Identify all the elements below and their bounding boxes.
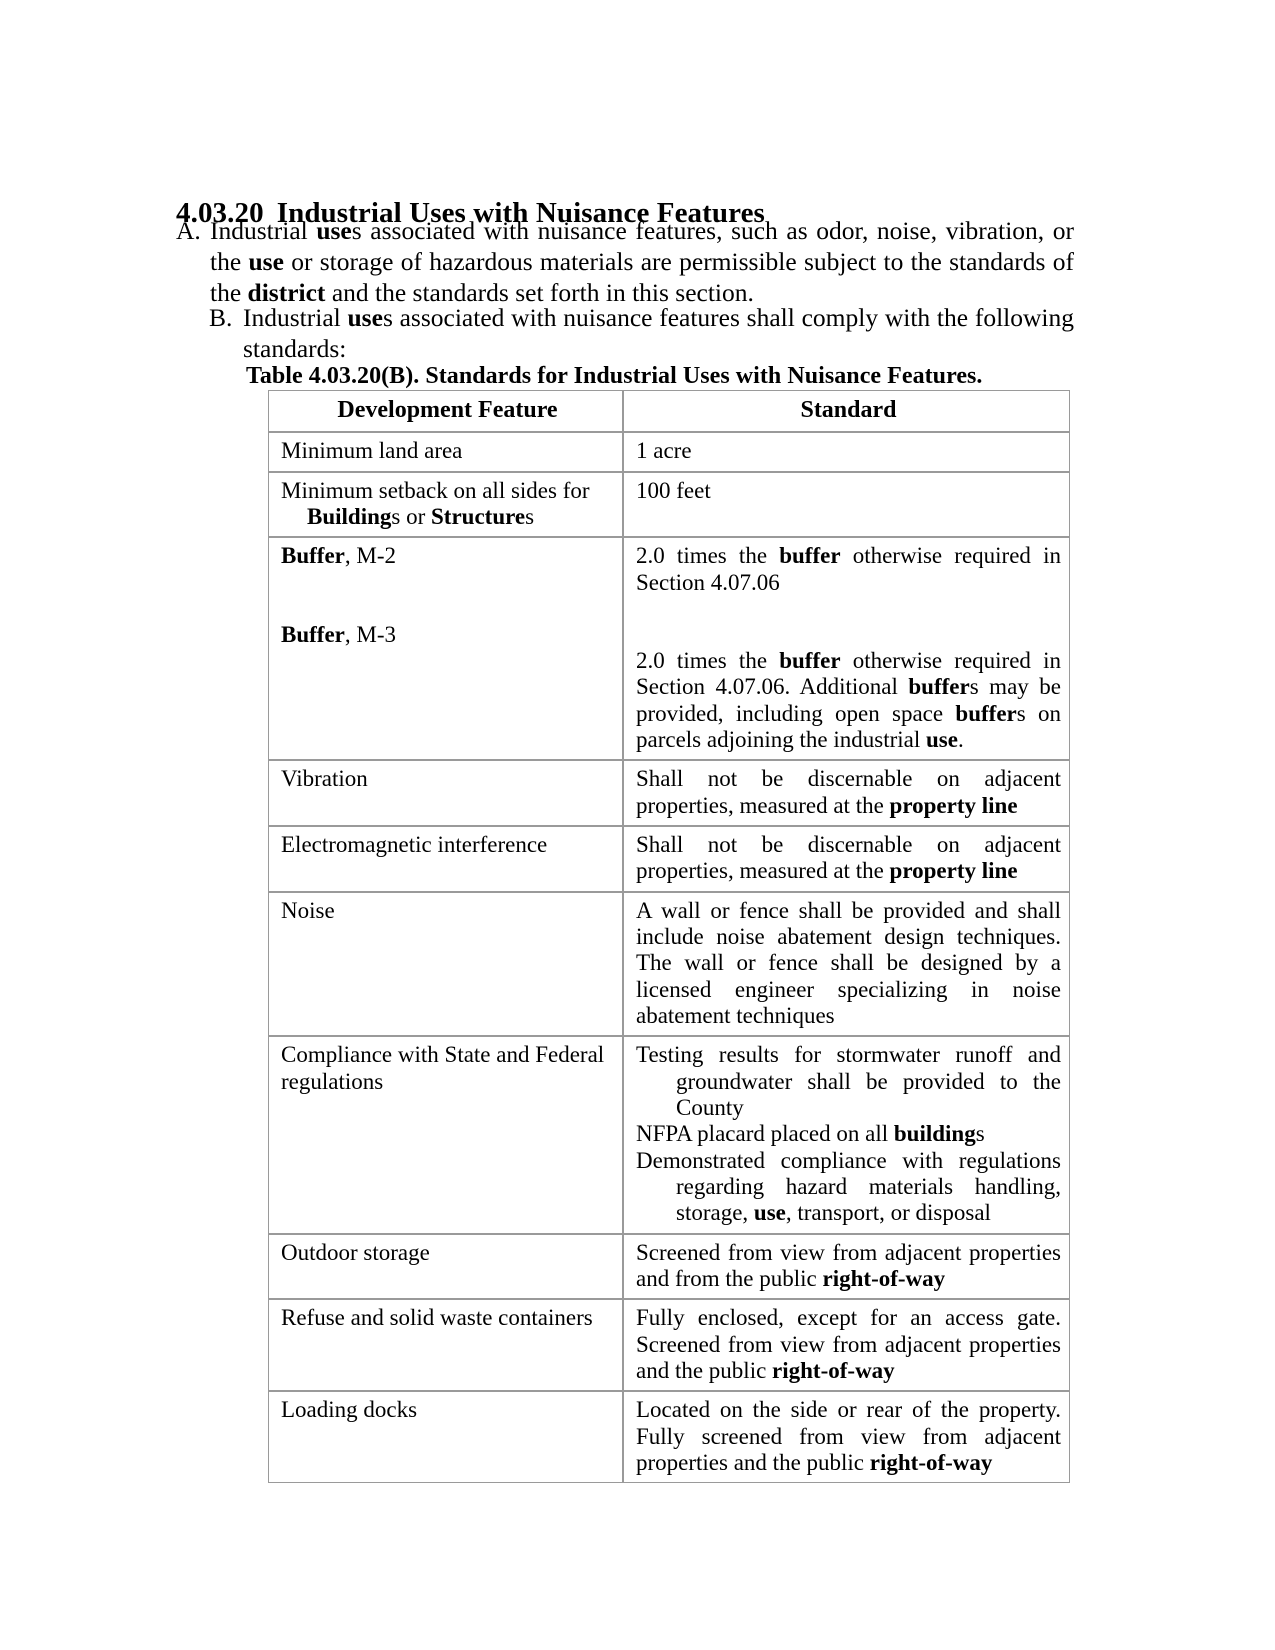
table-row: Noise A wall or fence shall be provided a… (268, 891, 1070, 1037)
table-caption-label: Table 4.03.20(B). (246, 363, 420, 389)
table-row: Minimum land area 1 acre (268, 432, 1070, 472)
cell-development-feature: Vibration (268, 760, 623, 827)
cell-standard: Testing results for stormwater runoff an… (623, 1036, 1070, 1234)
paragraph-a: A. Industrial uses associated with nuisa… (176, 216, 1074, 309)
paragraph-b: B. Industrial uses associated with nuisa… (209, 303, 1074, 365)
cell-standard: A wall or fence shall be provided and sh… (623, 891, 1070, 1037)
column-header-development-feature: Development Feature (268, 390, 623, 433)
table-body: Minimum land area 1 acre Minimum setback o… (268, 432, 1070, 1484)
table-row: Electromagnetic interference Shall not be… (268, 826, 1070, 892)
cell-standard: 2.0 times the buffer otherwise required … (623, 537, 1070, 761)
standards-table: Development Feature Standard Minimum lan… (268, 390, 1070, 1484)
table-row: Refuse and solid waste containers Fully e… (268, 1299, 1070, 1392)
cell-standard: 1 acre (623, 432, 1070, 472)
paragraph-b-text: Industrial uses associated with nuisance… (243, 303, 1074, 363)
table-row: Buffer, M-2 Buffer, M-3 2.0 times the buff… (268, 537, 1070, 761)
table-header-row: Development Feature Standard (268, 390, 1070, 433)
document-page: 4.03.20 Industrial Uses with Nuisance Fea… (0, 0, 1275, 1650)
cell-development-feature: Refuse and solid waste containers (268, 1299, 623, 1392)
table-caption-text: Standards for Industrial Uses with Nuisa… (425, 363, 983, 389)
standard-list-item: Testing results for stormwater runoff an… (636, 1042, 1061, 1121)
paragraph-a-marker: A. (176, 216, 201, 245)
table-row: Minimum setback on all sides for Building… (268, 471, 1070, 538)
standard-list-item: NFPA placard placed on all buildings (636, 1121, 985, 1147)
paragraph-b-marker: B. (209, 303, 233, 332)
cell-development-feature: Electromagnetic interference (268, 826, 623, 892)
cell-development-feature: Minimum land area (268, 432, 623, 472)
cell-standard: Located on the side or rear of the prope… (623, 1391, 1070, 1484)
cell-standard: Shall not be discernable on adjacent pro… (623, 760, 1070, 827)
cell-standard: 100 feet (623, 471, 1070, 538)
cell-development-feature: Minimum setback on all sides for Building… (268, 471, 623, 538)
standard-list-item: Demonstrated compliance with regulations… (636, 1147, 1061, 1226)
table-row: Vibration Shall not be discernable on adj… (268, 760, 1070, 827)
cell-development-feature: Outdoor storage (268, 1233, 623, 1300)
cell-standard: Screened from view from adjacent propert… (623, 1233, 1070, 1300)
cell-development-feature: Noise (268, 891, 623, 1037)
column-header-standard: Standard (623, 390, 1070, 433)
cell-development-feature: Loading docks (268, 1391, 623, 1484)
table-row: Compliance with State and Federal regula… (268, 1036, 1070, 1234)
table-row: Loading docks Located on the side or rear… (268, 1391, 1070, 1484)
paragraph-a-text: Industrial uses associated with nuisance… (210, 216, 1074, 307)
table-caption: Table 4.03.20(B). Standards for Industria… (246, 363, 982, 390)
cell-development-feature: Compliance with State and Federal regula… (268, 1036, 623, 1234)
cell-development-feature: Buffer, M-2 Buffer, M-3 (268, 537, 623, 761)
cell-standard: Shall not be discernable on adjacent pro… (623, 826, 1070, 892)
cell-standard: Fully enclosed, except for an access gat… (623, 1299, 1070, 1392)
table-row: Outdoor storage Screened from view from a… (268, 1233, 1070, 1300)
